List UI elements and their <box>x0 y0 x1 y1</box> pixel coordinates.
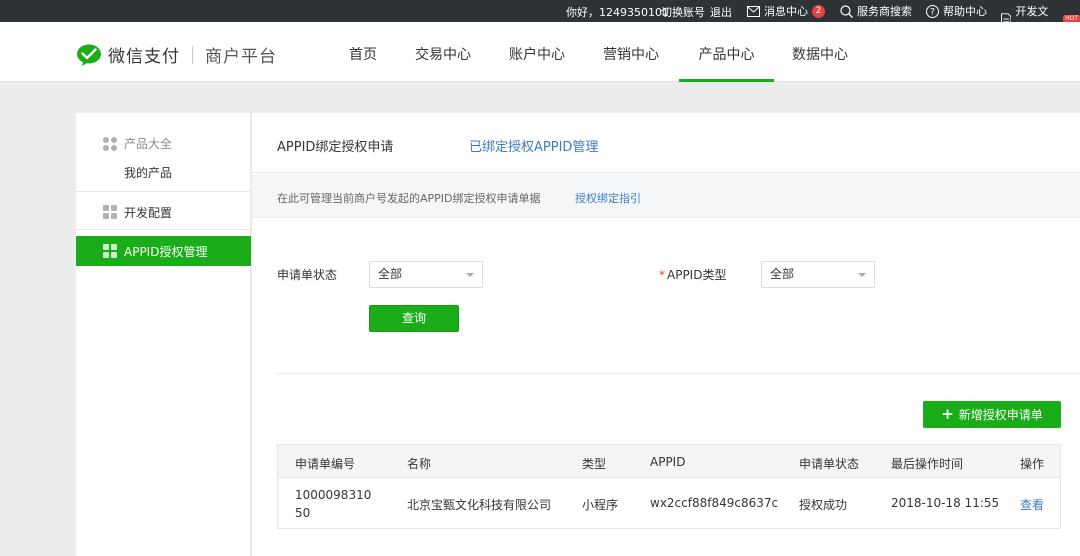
info-text: 在此可管理当前商户号发起的APPID绑定授权申请单据 <box>277 192 541 205</box>
help-center-link[interactable]: ? 帮助中心 <box>926 3 987 19</box>
cell-last-time: 2018-10-18 11:55 <box>891 496 1000 510</box>
col-header-appid: APPID <box>650 455 686 469</box>
top-bar: 你好，1249350101 切换账号 退出 消息中心 2 服务商搜索 ? 帮助中… <box>0 0 1080 34</box>
sidebar-item-dev-config[interactable]: 开发配置 <box>124 204 172 221</box>
switch-account-link[interactable]: 切换账号 <box>661 4 705 20</box>
sidebar-item-my-products[interactable]: 我的产品 <box>124 164 172 181</box>
applications-table: 申请单编号 名称 类型 APPID 申请单状态 最后操作时间 操作 100009… <box>277 444 1061 529</box>
query-button[interactable]: 查询 <box>369 305 459 332</box>
nav-trade-center[interactable]: 交易中心 <box>410 22 476 82</box>
appid-type-select-value: 全部 <box>770 267 795 281</box>
guide-link[interactable]: 授权绑定指引 <box>575 190 641 206</box>
status-select[interactable]: 全部 <box>369 261 483 288</box>
view-link[interactable]: 查看 <box>1020 496 1044 513</box>
cell-appid: wx2ccf88f849c8637c <box>650 496 779 510</box>
sidebar: 产品大全 我的产品 开发配置 APPID授权管理 <box>76 113 251 556</box>
add-application-label: 新增授权申请单 <box>958 408 1043 422</box>
help-icon: ? <box>926 4 939 18</box>
sidebar-divider <box>76 191 251 192</box>
col-header-id: 申请单编号 <box>295 457 356 471</box>
main-header: 微信支付 商户平台 首页 交易中心 账户中心 营销中心 产品中心 数据中心 <box>0 22 1080 82</box>
bound-appid-link[interactable]: 已绑定授权APPID管理 <box>469 136 598 155</box>
mail-icon <box>747 5 760 17</box>
appid-grid-icon <box>103 244 117 258</box>
platform-name: 商户平台 <box>205 47 277 67</box>
brand-name: 微信支付 <box>108 47 180 67</box>
status-select-value: 全部 <box>378 267 403 281</box>
search-icon <box>840 4 853 18</box>
chevron-down-icon <box>858 273 866 277</box>
nav-product-center[interactable]: 产品中心 <box>679 22 774 82</box>
provider-search-label: 服务商搜索 <box>857 5 912 18</box>
provider-search-link[interactable]: 服务商搜索 <box>840 3 912 19</box>
col-header-last-time: 最后操作时间 <box>891 457 964 471</box>
page-title: APPID绑定授权申请 <box>277 140 394 155</box>
col-header-action: 操作 <box>1020 457 1045 471</box>
status-filter-label: 申请单状态 <box>277 268 338 282</box>
add-application-button[interactable]: + 新增授权申请单 <box>923 401 1061 428</box>
col-header-type: 类型 <box>582 457 607 471</box>
cell-status: 授权成功 <box>799 498 848 512</box>
message-center-link[interactable]: 消息中心 2 <box>747 3 825 19</box>
sidebar-item-appid-mgmt[interactable]: APPID授权管理 <box>76 236 251 266</box>
sidebar-divider <box>76 229 251 230</box>
cell-id: 100009831050 <box>295 488 372 520</box>
nav-marketing-center[interactable]: 营销中心 <box>598 22 664 82</box>
message-center-label: 消息中心 <box>764 5 808 18</box>
main-panel: APPID绑定授权申请 已绑定授权APPID管理 在此可管理当前商户号发起的AP… <box>252 113 1080 556</box>
logo[interactable]: 微信支付 商户平台 <box>76 42 277 67</box>
cell-type: 小程序 <box>582 498 619 512</box>
sidebar-item-appid-label: APPID授权管理 <box>124 245 208 259</box>
nav-account-center[interactable]: 账户中心 <box>504 22 570 82</box>
chevron-down-icon <box>466 273 474 277</box>
logo-divider <box>192 45 193 64</box>
main-header-row: APPID绑定授权申请 已绑定授权APPID管理 <box>252 113 1080 173</box>
svg-text:?: ? <box>930 7 935 17</box>
table-row: 100009831050 北京宝甄文化科技有限公司 小程序 wx2ccf88f8… <box>278 478 1060 528</box>
sidebar-item-products-all[interactable]: 产品大全 <box>124 135 172 152</box>
appid-type-filter-label: * APPID类型 <box>659 268 727 282</box>
info-bar: 在此可管理当前商户号发起的APPID绑定授权申请单据 授权绑定指引 <box>252 174 1080 218</box>
logout-link[interactable]: 退出 <box>710 4 732 20</box>
message-count-badge: 2 <box>812 4 825 18</box>
products-grid-icon <box>103 137 117 151</box>
greeting-text: 你好，1249350101 <box>566 6 669 19</box>
appid-type-select[interactable]: 全部 <box>761 261 875 288</box>
nav-data-center[interactable]: 数据中心 <box>787 22 853 82</box>
section-divider <box>277 373 1080 374</box>
dev-config-grid-icon <box>103 205 117 219</box>
plus-icon: + <box>941 405 954 423</box>
col-header-name: 名称 <box>407 457 432 471</box>
help-center-label: 帮助中心 <box>943 5 987 18</box>
table-header: 申请单编号 名称 类型 APPID 申请单状态 最后操作时间 操作 <box>278 445 1060 478</box>
cell-name: 北京宝甄文化科技有限公司 <box>407 498 552 512</box>
nav-home[interactable]: 首页 <box>340 22 386 82</box>
wechat-pay-logo-icon <box>77 44 101 66</box>
col-header-status: 申请单状态 <box>799 457 860 471</box>
